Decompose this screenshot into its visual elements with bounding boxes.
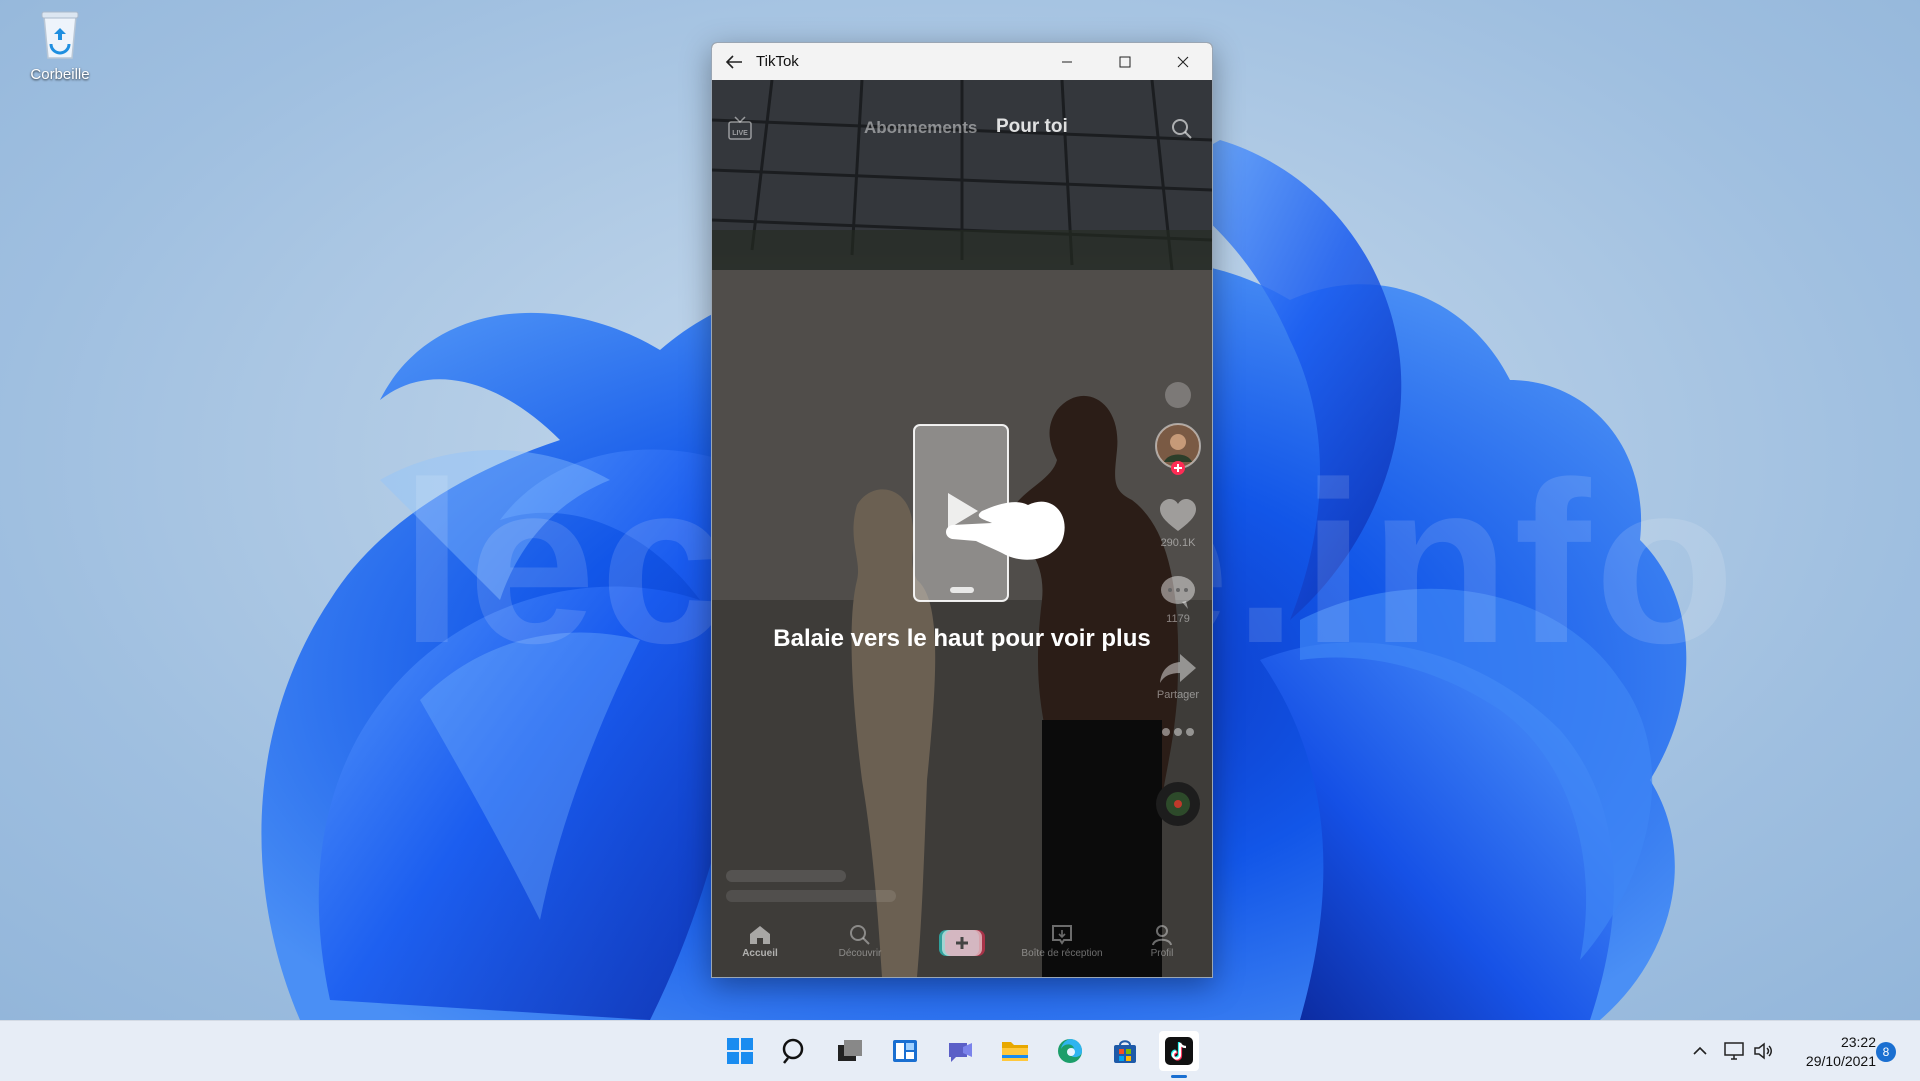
comment-count: 1179: [1166, 613, 1190, 625]
widgets-button[interactable]: [885, 1031, 925, 1071]
start-icon: [727, 1038, 753, 1064]
profile-icon: [1152, 925, 1172, 946]
avatar: [1155, 423, 1201, 475]
share-arrow-icon: [1160, 654, 1196, 683]
title-bar[interactable]: TikTok: [712, 43, 1212, 80]
recycle-bin-icon: [36, 8, 84, 60]
store-icon: [1114, 1040, 1136, 1063]
desktop-icon-recycle-bin[interactable]: Corbeille: [18, 8, 102, 83]
svg-text:LIVE: LIVE: [732, 130, 748, 137]
window-title: TikTok: [756, 53, 799, 70]
caption-line: [726, 870, 846, 882]
creator-avatar-button[interactable]: [1148, 422, 1208, 479]
swipe-hint-text: Balaie vers le haut pour voir plus: [773, 625, 1151, 652]
maximize-icon: [1119, 56, 1131, 67]
like-count: 290.1K: [1160, 537, 1196, 549]
active-app-indicator: [1171, 1075, 1187, 1078]
swipe-up-phone-hand-icon: [913, 424, 1065, 602]
desktop-icon-label: Corbeille: [30, 66, 90, 83]
file-explorer-button[interactable]: [995, 1031, 1035, 1071]
nav-create[interactable]: [917, 928, 1007, 960]
edge-button[interactable]: [1050, 1031, 1090, 1071]
more-button[interactable]: [1148, 726, 1208, 741]
tiktok-icon: [1165, 1037, 1193, 1065]
volume-icon: [1754, 1042, 1772, 1060]
nav-inbox-label: Boîte de réception: [1021, 948, 1103, 959]
back-button[interactable]: [722, 50, 746, 74]
volume-button[interactable]: [1752, 1039, 1776, 1063]
minimize-button[interactable]: [1038, 43, 1096, 80]
app-window: TikTok LIVE Abonnements Pour toi 290.1K …: [711, 42, 1213, 978]
clock-time: 23:22: [1840, 1034, 1876, 1050]
taskbar: 23:22 29/10/2021 8: [0, 1020, 1920, 1081]
create-plus-icon: [939, 930, 985, 956]
tab-following[interactable]: Abonnements: [864, 118, 977, 138]
minimize-icon: [1062, 61, 1072, 62]
share-button[interactable]: Partager: [1148, 652, 1208, 701]
file-explorer-icon: [1002, 1042, 1028, 1061]
nav-profile[interactable]: Profil: [1117, 924, 1207, 959]
home-icon: [750, 926, 770, 944]
network-button[interactable]: [1722, 1039, 1746, 1063]
chat-icon: [949, 1043, 972, 1062]
music-dot: [1148, 380, 1208, 413]
task-view-icon: [838, 1040, 862, 1061]
nav-inbox[interactable]: Boîte de réception: [1017, 924, 1107, 959]
nav-profile-label: Profil: [1150, 948, 1174, 959]
nav-home[interactable]: Accueil: [715, 924, 805, 959]
live-tv-icon: LIVE: [728, 116, 752, 140]
comment-button[interactable]: 1179: [1148, 574, 1208, 625]
more-dots-icon: [1162, 728, 1194, 736]
network-icon: [1724, 1042, 1744, 1060]
top-navigation: LIVE Abonnements Pour toi: [712, 112, 1212, 152]
chat-button[interactable]: [940, 1031, 980, 1071]
share-label: Partager: [1156, 689, 1200, 701]
chevron-up-icon: [1693, 1046, 1707, 1055]
swipe-hint: [912, 423, 1065, 603]
inbox-icon: [1052, 925, 1072, 945]
taskbar-search-button[interactable]: [775, 1031, 815, 1071]
start-button[interactable]: [720, 1031, 760, 1071]
store-button[interactable]: [1105, 1031, 1145, 1071]
clock[interactable]: 23:22 29/10/2021: [1786, 1033, 1876, 1071]
tray-chevron[interactable]: [1690, 1041, 1710, 1061]
search-icon: [782, 1038, 804, 1064]
music-disc-icon: [1156, 782, 1200, 826]
nav-discover-label: Découvrir: [838, 948, 882, 959]
close-icon: [1177, 56, 1189, 67]
maximize-button[interactable]: [1096, 43, 1154, 80]
widgets-icon: [893, 1040, 917, 1062]
video-feed[interactable]: LIVE Abonnements Pour toi 290.1K 1179 Pa…: [712, 80, 1212, 977]
edge-icon: [1058, 1039, 1082, 1063]
action-rail: 290.1K 1179 Partager: [1148, 80, 1208, 977]
music-disc-button[interactable]: [1148, 780, 1208, 831]
tiktok-taskbar-button[interactable]: [1159, 1031, 1199, 1071]
tab-for-you[interactable]: Pour toi: [996, 116, 1068, 138]
comment-icon: [1161, 576, 1195, 609]
bottom-navigation: Accueil Découvrir Boîte de réception Pro…: [712, 920, 1212, 977]
live-button[interactable]: LIVE: [726, 116, 754, 142]
clock-date: 29/10/2021: [1805, 1053, 1876, 1069]
close-button[interactable]: [1154, 43, 1212, 80]
nav-discover[interactable]: Découvrir: [815, 924, 905, 959]
nav-home-label: Accueil: [742, 948, 778, 959]
caption-blurred: [726, 870, 906, 914]
like-button[interactable]: 290.1K: [1148, 498, 1208, 549]
task-view-button[interactable]: [830, 1031, 870, 1071]
circle-icon: [1165, 382, 1191, 408]
caption-line: [726, 890, 896, 902]
heart-icon: [1160, 499, 1196, 531]
notification-badge[interactable]: 8: [1876, 1042, 1896, 1062]
back-arrow-icon: [725, 54, 742, 69]
search-icon: [850, 925, 870, 945]
